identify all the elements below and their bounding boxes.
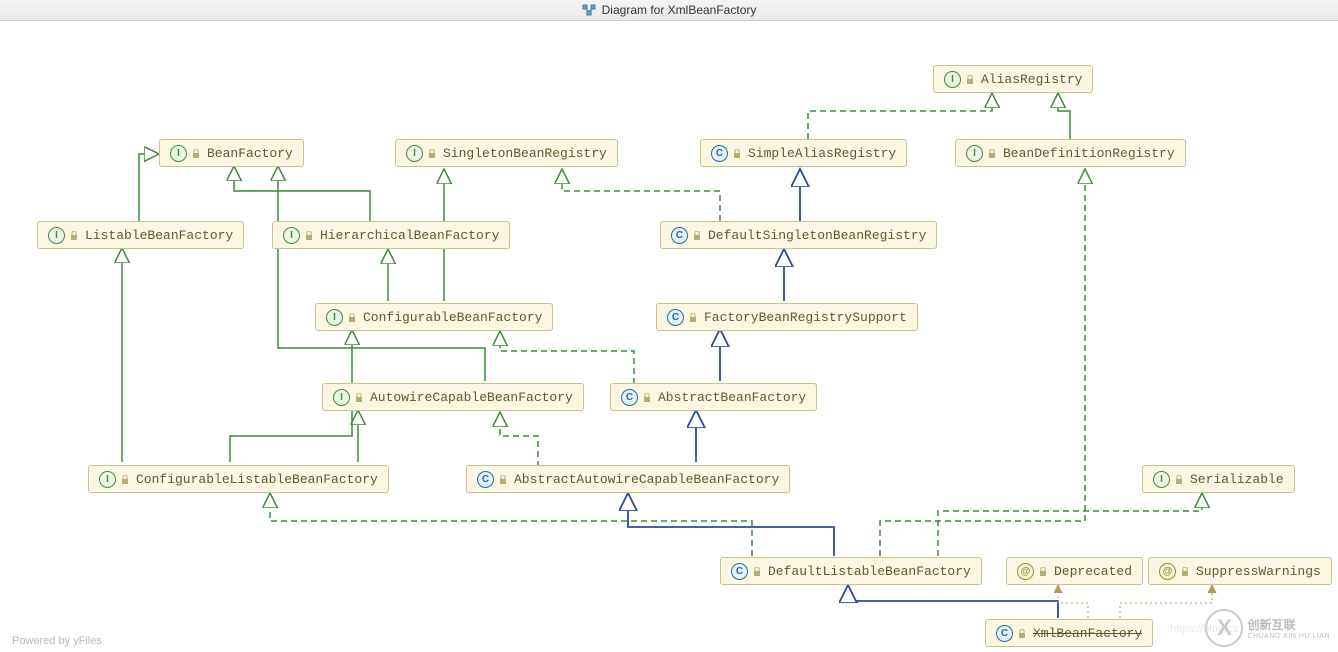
lock-icon	[304, 230, 314, 240]
footer-powered-by: Powered by yFiles	[12, 635, 102, 647]
brand-name: 创新互联	[1247, 616, 1330, 633]
interface-icon: I	[48, 227, 65, 244]
node-singleton-bean-registry[interactable]: I SingletonBeanRegistry	[395, 139, 618, 167]
node-label: AbstractBeanFactory	[658, 390, 806, 405]
node-factory-bean-registry-support[interactable]: C FactoryBeanRegistrySupport	[656, 303, 918, 331]
interface-icon: I	[99, 471, 116, 488]
lock-icon	[498, 474, 508, 484]
class-icon: C	[731, 563, 748, 580]
node-label: FactoryBeanRegistrySupport	[704, 310, 907, 325]
node-label: XmlBeanFactory	[1033, 626, 1142, 641]
lock-icon	[965, 74, 975, 84]
node-serializable[interactable]: I Serializable	[1142, 465, 1295, 493]
node-deprecated[interactable]: @ Deprecated	[1006, 557, 1143, 585]
interface-icon: I	[406, 145, 423, 162]
lock-icon	[347, 312, 357, 322]
lock-icon	[354, 392, 364, 402]
node-label: ConfigurableBeanFactory	[363, 310, 542, 325]
window-titlebar: Diagram for XmlBeanFactory	[0, 0, 1338, 21]
lock-icon	[69, 230, 79, 240]
interface-icon: I	[326, 309, 343, 326]
lock-icon	[752, 566, 762, 576]
class-icon: C	[667, 309, 684, 326]
node-label: Deprecated	[1054, 564, 1132, 579]
lock-icon	[1038, 566, 1048, 576]
node-default-singleton-bean-registry[interactable]: C DefaultSingletonBeanRegistry	[660, 221, 937, 249]
class-icon: C	[996, 625, 1013, 642]
node-default-listable-bean-factory[interactable]: C DefaultListableBeanFactory	[720, 557, 982, 585]
class-icon: C	[477, 471, 494, 488]
node-bean-factory[interactable]: I BeanFactory	[159, 139, 304, 167]
lock-icon	[987, 148, 997, 158]
lock-icon	[688, 312, 698, 322]
node-label: SuppressWarnings	[1196, 564, 1321, 579]
annotation-icon: @	[1159, 563, 1176, 580]
node-autowire-capable-bean-factory[interactable]: I AutowireCapableBeanFactory	[322, 383, 584, 411]
node-abstract-autowire-capable-bean-factory[interactable]: C AbstractAutowireCapableBeanFactory	[466, 465, 790, 493]
node-label: AbstractAutowireCapableBeanFactory	[514, 472, 779, 487]
node-label: DefaultSingletonBeanRegistry	[708, 228, 926, 243]
brand-logo: X 创新互联 CHUANG XIN HU LIAN	[1205, 609, 1330, 647]
lock-icon	[732, 148, 742, 158]
node-label: AutowireCapableBeanFactory	[370, 390, 573, 405]
node-label: BeanDefinitionRegistry	[1003, 146, 1175, 161]
node-label: ListableBeanFactory	[85, 228, 233, 243]
lock-icon	[427, 148, 437, 158]
lock-icon	[1017, 628, 1027, 638]
node-hierarchical-bean-factory[interactable]: I HierarchicalBeanFactory	[272, 221, 510, 249]
node-label: DefaultListableBeanFactory	[768, 564, 971, 579]
node-label: AliasRegistry	[981, 72, 1082, 87]
node-label: BeanFactory	[207, 146, 293, 161]
interface-icon: I	[283, 227, 300, 244]
node-label: HierarchicalBeanFactory	[320, 228, 499, 243]
lock-icon	[642, 392, 652, 402]
node-label: ConfigurableListableBeanFactory	[136, 472, 378, 487]
node-suppress-warnings[interactable]: @ SuppressWarnings	[1148, 557, 1332, 585]
node-label: SimpleAliasRegistry	[748, 146, 896, 161]
interface-icon: I	[1153, 471, 1170, 488]
node-listable-bean-factory[interactable]: I ListableBeanFactory	[37, 221, 244, 249]
node-abstract-bean-factory[interactable]: C AbstractBeanFactory	[610, 383, 817, 411]
lock-icon	[1180, 566, 1190, 576]
node-label: Serializable	[1190, 472, 1284, 487]
brand-logo-icon: X	[1205, 609, 1243, 647]
class-icon: C	[671, 227, 688, 244]
window-title: Diagram for XmlBeanFactory	[602, 3, 757, 17]
interface-icon: I	[170, 145, 187, 162]
lock-icon	[1174, 474, 1184, 484]
lock-icon	[120, 474, 130, 484]
node-configurable-listable-bean-factory[interactable]: I ConfigurableListableBeanFactory	[88, 465, 389, 493]
node-configurable-bean-factory[interactable]: I ConfigurableBeanFactory	[315, 303, 553, 331]
node-simple-alias-registry[interactable]: C SimpleAliasRegistry	[700, 139, 907, 167]
node-label: SingletonBeanRegistry	[443, 146, 607, 161]
node-alias-registry[interactable]: I AliasRegistry	[933, 65, 1093, 93]
node-bean-definition-registry[interactable]: I BeanDefinitionRegistry	[955, 139, 1186, 167]
diagram-icon	[582, 4, 596, 16]
interface-icon: I	[333, 389, 350, 406]
lock-icon	[692, 230, 702, 240]
lock-icon	[191, 148, 201, 158]
interface-icon: I	[966, 145, 983, 162]
annotation-icon: @	[1017, 563, 1034, 580]
class-icon: C	[621, 389, 638, 406]
node-xml-bean-factory[interactable]: C XmlBeanFactory	[985, 619, 1153, 647]
brand-sub: CHUANG XIN HU LIAN	[1247, 633, 1330, 640]
class-icon: C	[711, 145, 728, 162]
interface-icon: I	[944, 71, 961, 88]
diagram-canvas[interactable]: I AliasRegistry I BeanFactory I Singleto…	[0, 21, 1338, 652]
